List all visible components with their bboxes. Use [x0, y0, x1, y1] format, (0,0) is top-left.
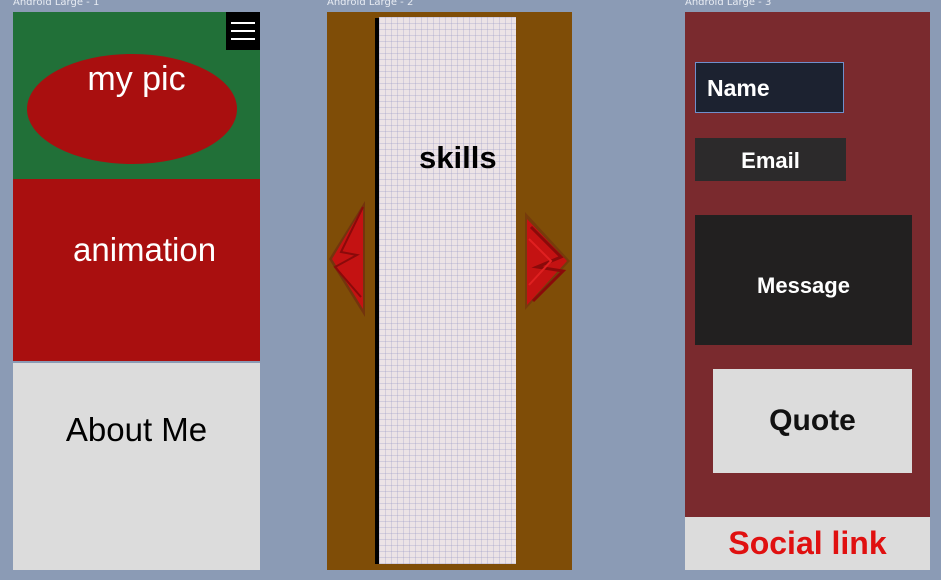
message-label: Message	[757, 273, 850, 298]
skills-paper	[379, 17, 516, 564]
social-link-label: Social link	[728, 525, 887, 561]
hamburger-menu-icon[interactable]	[226, 12, 260, 50]
animation-label: animation	[73, 231, 217, 268]
social-link-bar[interactable]: Social link	[685, 517, 930, 570]
quote-button[interactable]: Quote	[713, 369, 912, 473]
frame-label-1: Android Large - 1	[13, 0, 100, 8]
name-field[interactable]: Name	[695, 62, 844, 113]
arrow-right-icon[interactable]	[523, 209, 572, 314]
android-large-3-frame: Name Email Message Quote Social link	[685, 12, 930, 570]
android-large-2-frame: skills	[327, 12, 572, 570]
frame-label-2: Android Large - 2	[327, 0, 414, 8]
name-label: Name	[707, 75, 770, 101]
about-me-section[interactable]: About Me	[13, 363, 260, 570]
skills-label: skills	[419, 140, 497, 175]
frame-label-3: Android Large - 3	[685, 0, 772, 8]
pic-label: my pic	[87, 60, 186, 98]
arrow-left-icon[interactable]	[327, 197, 369, 322]
android-large-1-frame: my pic animation About Me	[13, 12, 260, 570]
email-field[interactable]: Email	[695, 138, 846, 181]
header-section: my pic	[13, 12, 260, 179]
about-me-label: About Me	[65, 411, 208, 448]
email-label: Email	[741, 148, 800, 173]
quote-label: Quote	[769, 404, 856, 437]
message-field[interactable]: Message	[695, 215, 912, 345]
animation-section: animation	[13, 179, 260, 361]
